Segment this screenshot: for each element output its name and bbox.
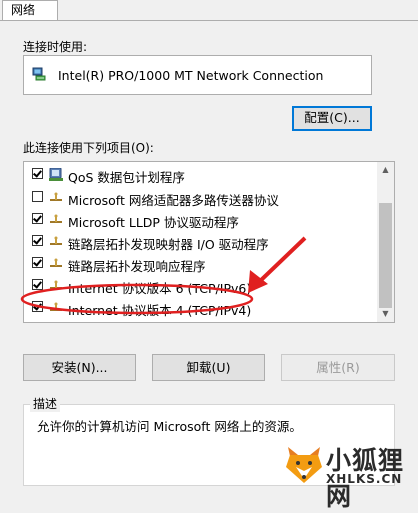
list-item-lltd-responder[interactable]: 链路层拓扑发现响应程序 <box>24 252 376 275</box>
install-button[interactable]: 安装(N)... <box>23 354 136 381</box>
qos-service-icon <box>49 167 63 181</box>
checkbox-multiplexor[interactable] <box>32 191 43 202</box>
uninstall-button[interactable]: 卸载(U) <box>152 354 265 381</box>
protocol-icon <box>49 191 63 203</box>
scroll-up-arrow-icon[interactable]: ▲ <box>377 162 394 178</box>
checkbox-ipv6[interactable] <box>32 279 43 290</box>
list-item-label: 链路层拓扑发现映射器 I/O 驱动程序 <box>68 237 269 252</box>
network-adapter-icon <box>32 67 46 81</box>
protocol-icon <box>49 235 63 247</box>
list-item-label: Microsoft LLDP 协议驱动程序 <box>68 215 239 230</box>
list-item-label: Internet 协议版本 6 (TCP/IPv6) <box>68 281 252 296</box>
configure-button[interactable]: 配置(C)... <box>292 106 372 131</box>
protocol-icon <box>49 301 63 313</box>
tab-network-label: 网络 <box>11 3 36 17</box>
list-item-label: Internet 协议版本 4 (TCP/IPv4) <box>68 303 252 318</box>
protocol-icon <box>49 213 63 225</box>
checkbox-ipv4[interactable] <box>32 301 43 312</box>
tab-network[interactable]: 网络 <box>2 0 58 20</box>
watermark-url: XHLKS.CN <box>326 472 403 486</box>
list-item-lltd-mapper[interactable]: 链路层拓扑发现映射器 I/O 驱动程序 <box>24 230 376 253</box>
list-item-qos[interactable]: QoS 数据包计划程序 <box>24 163 376 186</box>
properties-button[interactable]: 属性(R) <box>281 354 395 381</box>
checkbox-lltd-responder[interactable] <box>32 257 43 268</box>
list-scrollbar[interactable]: ▲ ▼ <box>377 162 394 322</box>
tab-panel-border <box>0 20 418 21</box>
protocol-icon <box>49 279 63 291</box>
adapter-name: Intel(R) PRO/1000 MT Network Connection <box>58 68 324 83</box>
list-item-label: Microsoft 网络适配器多路传送器协议 <box>68 193 279 208</box>
checkbox-qos[interactable] <box>32 168 43 179</box>
checkbox-lltd-mapper[interactable] <box>32 235 43 246</box>
list-item-ipv4[interactable]: Internet 协议版本 4 (TCP/IPv4) <box>24 296 376 319</box>
components-list[interactable]: QoS 数据包计划程序 Microsoft 网络适配器多路传送器协议 Micro… <box>23 161 395 323</box>
protocol-icon <box>49 257 63 269</box>
scroll-down-arrow-icon[interactable]: ▼ <box>377 306 394 322</box>
list-item-label: QoS 数据包计划程序 <box>68 170 185 185</box>
list-item-lldp[interactable]: Microsoft LLDP 协议驱动程序 <box>24 208 376 231</box>
description-text: 允许你的计算机访问 Microsoft 网络上的资源。 <box>37 419 302 434</box>
adapter-display: Intel(R) PRO/1000 MT Network Connection <box>23 55 372 95</box>
scroll-thumb[interactable] <box>379 203 392 308</box>
list-item-multiplexor[interactable]: Microsoft 网络适配器多路传送器协议 <box>24 186 376 209</box>
list-item-ipv6[interactable]: Internet 协议版本 6 (TCP/IPv6) <box>24 274 376 297</box>
items-section-label: 此连接使用下列项目(O): <box>23 141 154 155</box>
watermark-fox-logo-icon <box>284 441 324 487</box>
list-item-label: 链路层拓扑发现响应程序 <box>68 259 206 274</box>
connect-using-label: 连接时使用: <box>23 40 88 54</box>
checkbox-lldp[interactable] <box>32 213 43 224</box>
description-title: 描述 <box>30 395 61 412</box>
